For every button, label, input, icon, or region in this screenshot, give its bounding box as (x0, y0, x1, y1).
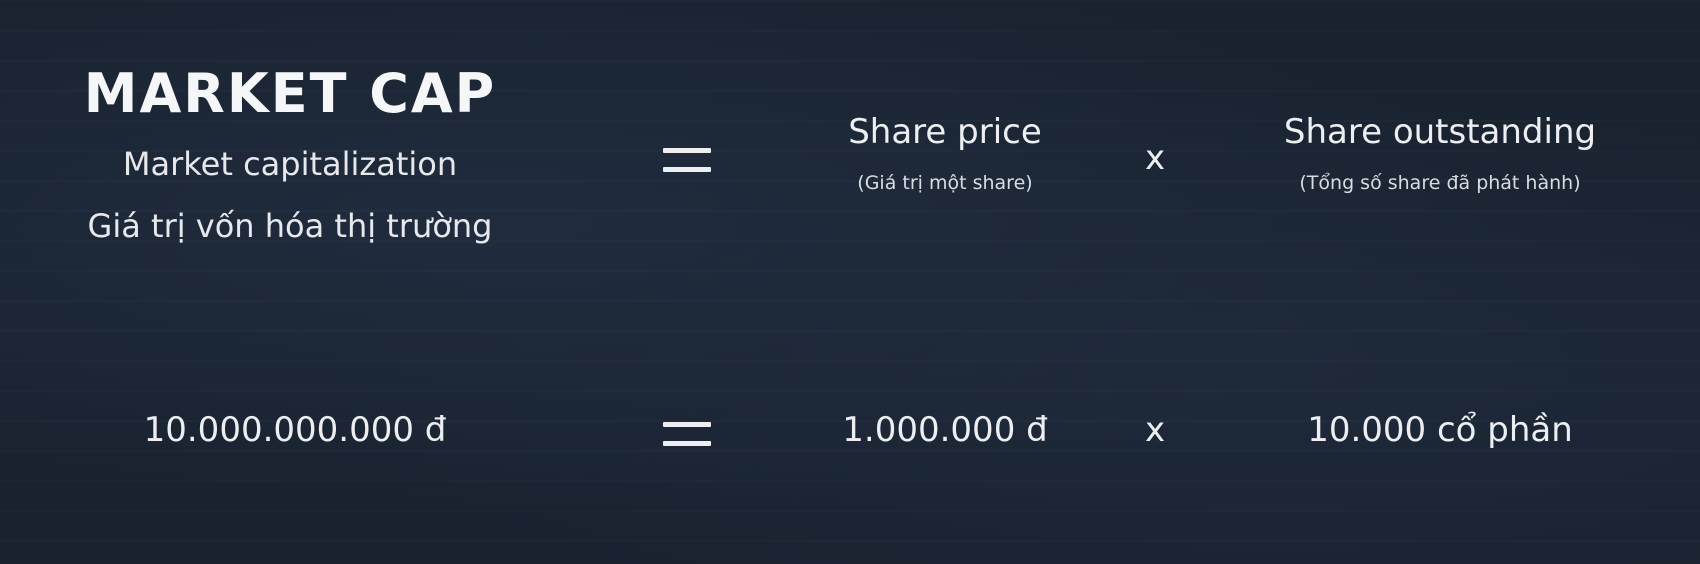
share-outstanding-note: (Tổng số share đã phát hành) (1299, 172, 1581, 194)
share-price-value: 1.000.000 đ (842, 410, 1048, 450)
market-cap-value: 10.000.000.000 đ (143, 410, 447, 450)
equals-icon (663, 148, 711, 172)
equals-icon (663, 422, 711, 446)
share-price-note: (Giá trị một share) (857, 172, 1033, 194)
multiply-icon: x (1144, 138, 1166, 178)
subtitle-english: Market capitalization (122, 145, 458, 183)
multiply-icon: x (1144, 410, 1166, 450)
market-cap-slide: MARKET CAP Market capitalization Giá trị… (0, 0, 1700, 564)
subtitle-vietnamese: Giá trị vốn hóa thị trường (87, 207, 493, 245)
page-title: MARKET CAP (83, 62, 497, 125)
shares-outstanding-value: 10.000 cổ phần (1307, 410, 1573, 450)
share-outstanding-label: Share outstanding (1283, 112, 1597, 152)
share-price-label: Share price (848, 112, 1042, 152)
